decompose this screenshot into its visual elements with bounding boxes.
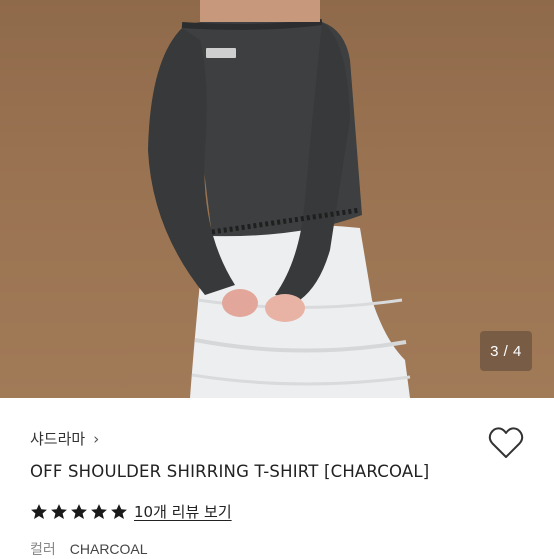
product-photo-illustration: [148, 0, 411, 398]
product-image[interactable]: 3 / 4: [0, 0, 554, 398]
chevron-right-icon: ›: [93, 429, 100, 448]
star-icon: [51, 503, 67, 519]
star-icon: [111, 503, 127, 519]
star-icon: [91, 503, 107, 519]
option-value: CHARCOAL: [69, 541, 148, 557]
brand-link[interactable]: 샤드라마 ›: [30, 428, 99, 449]
product-title: OFF SHOULDER SHIRRING T-SHIRT [CHARCOAL]: [30, 462, 430, 481]
color-option-row: 컬러 CHARCOAL: [30, 539, 148, 559]
heart-outline-icon[interactable]: [488, 426, 524, 460]
star-icon: [31, 503, 47, 519]
star-icon: [71, 503, 87, 519]
brand-name: 샤드라마: [30, 430, 86, 448]
product-info-panel: 샤드라마 › OFF SHOULDER SHIRRING T-SHIRT [CH…: [0, 398, 554, 558]
option-label: 컬러: [30, 542, 56, 558]
rating-stars: [30, 503, 128, 521]
image-counter: 3 / 4: [480, 331, 532, 371]
review-link[interactable]: 10개 리뷰 보기: [134, 501, 232, 522]
rating-row: 10개 리뷰 보기: [30, 501, 232, 522]
